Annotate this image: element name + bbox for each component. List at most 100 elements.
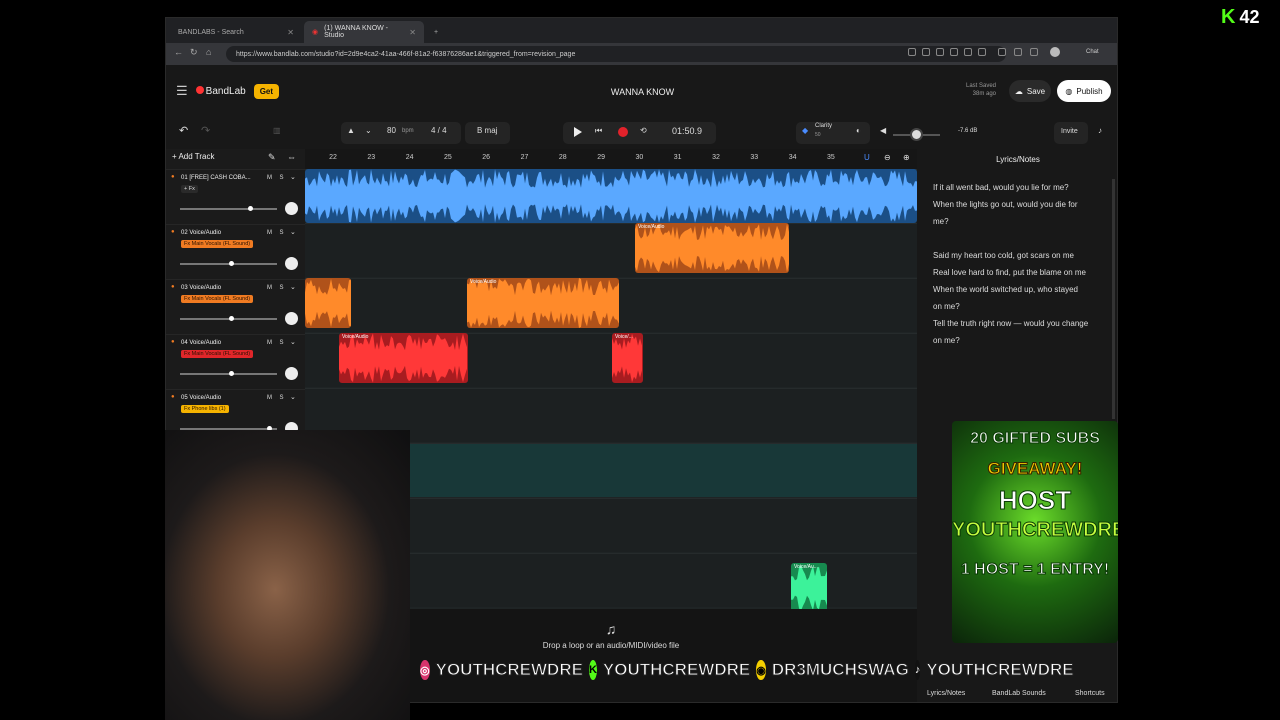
close-icon[interactable]: ✕	[287, 28, 294, 37]
solo-button[interactable]: S	[277, 395, 286, 404]
vocal-clip[interactable]: Voice/Au...	[791, 563, 827, 609]
track-volume-slider[interactable]	[180, 206, 277, 211]
play-icon[interactable]	[574, 127, 582, 137]
chevron-down-icon[interactable]: ⌄	[365, 126, 372, 135]
edit-icon[interactable]: ✎	[268, 152, 276, 163]
volume-knob[interactable]	[229, 371, 235, 376]
extension-icon[interactable]	[1014, 48, 1022, 56]
track-header[interactable]: ● 01 [FREE] CASH COBA... + Fx M S ⌄	[166, 169, 305, 223]
scrollbar[interactable]	[1112, 179, 1115, 419]
tab-lyrics[interactable]: Lyrics/Notes	[927, 690, 965, 697]
loop-icon[interactable]: ⟲	[640, 126, 647, 135]
extension-icon[interactable]	[1030, 48, 1038, 56]
publish-button[interactable]: ◍ Publish	[1057, 80, 1111, 102]
mute-button[interactable]: M	[265, 285, 274, 294]
extension-icon[interactable]	[950, 48, 958, 56]
volume-knob[interactable]	[229, 316, 235, 321]
track-name[interactable]: 03 Voice/Audio	[181, 285, 221, 291]
solo-button[interactable]: S	[277, 175, 286, 184]
track-name[interactable]: 05 Voice/Audio	[181, 395, 221, 401]
add-track-button[interactable]: + Add Track	[172, 152, 214, 161]
mute-button[interactable]: M	[265, 230, 274, 239]
vocal-clip[interactable]: Voice/Audio	[635, 223, 789, 273]
track-header[interactable]: ● 03 Voice/Audio Fx Main Vocals (FL Sound)…	[166, 279, 305, 333]
solo-button[interactable]: S	[277, 340, 286, 349]
chevron-down-icon[interactable]: ⌄	[290, 283, 296, 291]
ruler-tick: 35	[826, 154, 835, 161]
speaker-icon[interactable]: ◀	[880, 126, 886, 135]
magnet-icon[interactable]: U	[864, 153, 870, 162]
track-volume-slider[interactable]	[180, 316, 277, 321]
extension-icon[interactable]	[998, 48, 1006, 56]
mute-button[interactable]: M	[265, 395, 274, 404]
pan-knob[interactable]	[285, 367, 298, 380]
track-name[interactable]: 04 Voice/Audio	[181, 340, 221, 346]
chevron-down-icon[interactable]: ⌄	[290, 173, 296, 181]
metronome-icon[interactable]: ▲	[347, 126, 355, 135]
vocal-clip[interactable]: Voice/Audio	[467, 278, 619, 328]
chevron-down-icon[interactable]: ⌄	[290, 228, 296, 236]
back-icon[interactable]: ←	[174, 47, 183, 57]
chevron-down-icon[interactable]: ⌄	[290, 393, 296, 401]
pan-knob[interactable]	[285, 257, 298, 270]
extension-icon[interactable]	[936, 48, 944, 56]
home-icon[interactable]: ⌂	[206, 47, 211, 57]
track-fx-badge[interactable]: Fx Main Vocals (FL Sound)	[181, 350, 254, 358]
solo-button[interactable]: S	[277, 285, 286, 294]
zoom-out-icon[interactable]: ⊖	[884, 153, 891, 162]
track-fx-badge[interactable]: Fx Main Vocals (FL Sound)	[181, 295, 254, 303]
track-fx-badge[interactable]: + Fx	[181, 185, 198, 193]
record-icon[interactable]	[618, 127, 628, 137]
extension-icon[interactable]	[908, 48, 916, 56]
master-volume-knob[interactable]	[910, 128, 923, 141]
volume-knob[interactable]	[247, 206, 253, 211]
timeline-ruler[interactable]: 22 23 24 25 26 27 28 29 30 31 32 33 34 35 U ⊖ ⊕	[305, 149, 917, 169]
reload-icon[interactable]: ↻	[190, 47, 198, 58]
tab-studio[interactable]: ◉ (1) WANNA KNOW - Studio ✕	[304, 21, 424, 43]
profile-avatar[interactable]	[1050, 47, 1060, 57]
undo-icon[interactable]: ↶	[179, 124, 188, 137]
url-text: https://www.bandlab.com/studio?id=2d9e4c…	[236, 50, 576, 58]
track-volume-slider[interactable]	[180, 261, 277, 266]
fit-icon[interactable]: ⇔	[287, 152, 296, 162]
bpm-value[interactable]: 80	[387, 126, 396, 135]
toggle-icon[interactable]: ◐	[856, 126, 861, 135]
track-volume-slider[interactable]	[180, 371, 277, 376]
mute-button[interactable]: M	[265, 175, 274, 184]
pan-knob[interactable]	[285, 202, 298, 215]
redo-icon[interactable]: ↷	[201, 124, 210, 137]
zoom-in-icon[interactable]: ⊕	[903, 153, 910, 162]
track-fx-badge[interactable]: Fx Phone libs (1)	[181, 405, 229, 413]
time-signature[interactable]: 4 / 4	[431, 126, 447, 135]
tab-bandlab-sounds[interactable]: BandLab Sounds	[992, 690, 1046, 697]
track-name[interactable]: 01 [FREE] CASH COBA...	[181, 175, 251, 181]
save-button[interactable]: ☁ Save	[1009, 80, 1051, 102]
plus-icon: +	[434, 28, 439, 36]
extension-icon[interactable]	[922, 48, 930, 56]
vocal-clip[interactable]: Voice/...	[612, 333, 643, 383]
beat-clip[interactable]	[305, 169, 917, 223]
solo-button[interactable]: S	[277, 230, 286, 239]
track-header[interactable]: ● 02 Voice/Audio Fx Main Vocals (FL Sound)…	[166, 224, 305, 278]
track-name[interactable]: 02 Voice/Audio	[181, 230, 221, 236]
piano-icon[interactable]: ▥	[273, 126, 281, 135]
volume-knob[interactable]	[229, 261, 235, 266]
vocal-clip[interactable]	[305, 278, 351, 328]
skip-back-icon[interactable]: ⏮	[595, 126, 602, 136]
chevron-down-icon[interactable]: ⌄	[290, 338, 296, 346]
close-icon[interactable]: ✕	[409, 28, 416, 37]
new-tab-button[interactable]: +	[426, 21, 446, 43]
pan-knob[interactable]	[285, 312, 298, 325]
tab-shortcuts[interactable]: Shortcuts	[1075, 690, 1105, 697]
mute-button[interactable]: M	[265, 340, 274, 349]
bell-icon[interactable]: ♪	[1098, 126, 1102, 135]
lane-2[interactable]	[305, 223, 917, 277]
extension-icon[interactable]	[978, 48, 986, 56]
track-header[interactable]: ● 04 Voice/Audio Fx Main Vocals (FL Sound)…	[166, 334, 305, 388]
vocal-clip[interactable]: Voice/Audio	[339, 333, 468, 383]
extension-icon[interactable]	[964, 48, 972, 56]
track-fx-badge[interactable]: Fx Main Vocals (FL Sound)	[181, 240, 254, 248]
url-input[interactable]: https://www.bandlab.com/studio?id=2d9e4c…	[226, 46, 1006, 62]
tab-search[interactable]: BANDLABS - Search ✕	[170, 21, 302, 43]
chat-button[interactable]: Chat	[1086, 49, 1099, 55]
